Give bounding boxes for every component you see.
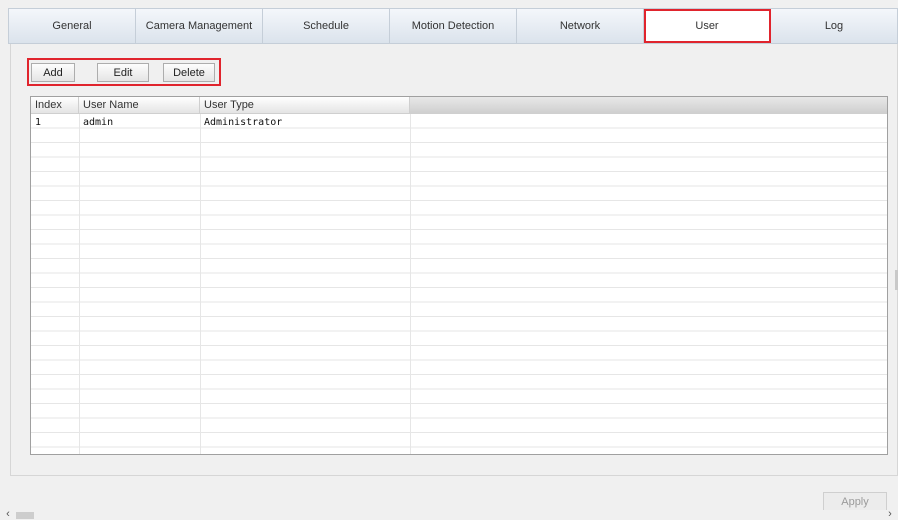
tab-user[interactable]: User [644, 9, 771, 43]
scrollbar-thumb[interactable] [16, 512, 34, 519]
cell-user-type: Administrator [204, 117, 283, 128]
column-header-user-name[interactable]: User Name [79, 97, 200, 113]
table-header: Index User Name User Type [31, 97, 887, 114]
column-header-user-type[interactable]: User Type [200, 97, 410, 113]
scroll-left-icon[interactable]: ‹ [2, 508, 14, 520]
cell-user-name: admin [83, 117, 114, 128]
tab-motion-detection[interactable]: Motion Detection [390, 9, 517, 43]
tab-camera-management[interactable]: Camera Management [136, 9, 263, 43]
tab-network[interactable]: Network [517, 9, 644, 43]
apply-button[interactable]: Apply [823, 492, 887, 512]
column-header-filler [410, 97, 887, 113]
tab-bar: General Camera Management Schedule Motio… [8, 8, 898, 44]
table-body [31, 114, 887, 454]
delete-button[interactable]: Delete [163, 63, 215, 82]
column-divider [410, 114, 411, 454]
scroll-right-icon[interactable]: › [884, 508, 896, 520]
add-button[interactable]: Add [31, 63, 75, 82]
horizontal-scrollbar[interactable]: ‹ › [0, 508, 898, 520]
table-row[interactable]: 1 admin Administrator [31, 116, 887, 130]
edit-button[interactable]: Edit [97, 63, 149, 82]
tab-schedule[interactable]: Schedule [263, 9, 390, 43]
column-header-index[interactable]: Index [31, 97, 79, 113]
tab-general[interactable]: General [9, 9, 136, 43]
column-divider [200, 114, 201, 454]
user-table: Index User Name User Type 1 admin Admini… [30, 96, 888, 455]
column-divider [79, 114, 80, 454]
tab-log[interactable]: Log [771, 9, 897, 43]
cell-index: 1 [35, 117, 42, 128]
